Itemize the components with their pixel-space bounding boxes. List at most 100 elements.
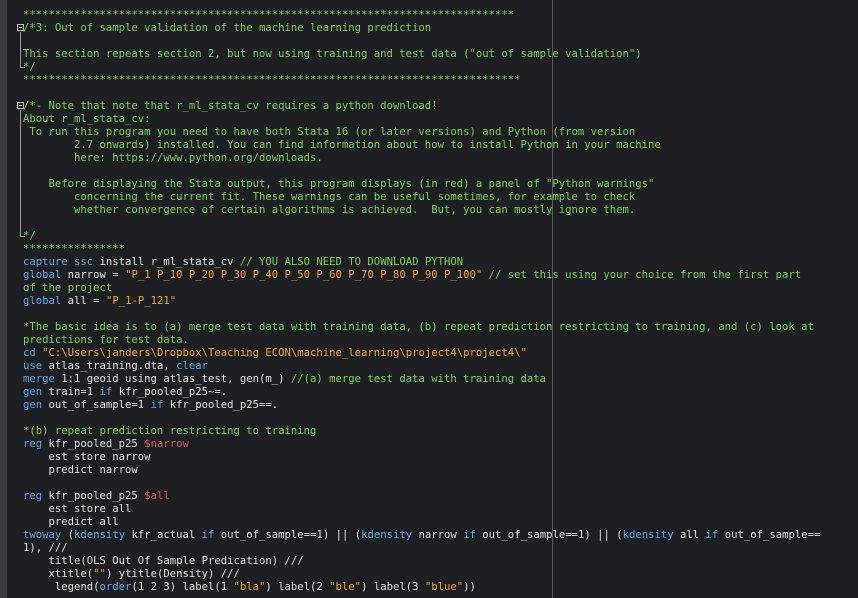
code-line[interactable]: [23, 477, 858, 490]
code-token: out_of_sample==1) || (: [214, 529, 362, 541]
string-token: "bla": [233, 581, 266, 593]
code-token: all: [673, 529, 706, 541]
code-line[interactable]: [23, 35, 858, 48]
code-token: ) label(3: [361, 581, 425, 593]
code-line[interactable]: [23, 308, 858, 321]
keyword-token: if: [705, 529, 719, 541]
code-line[interactable]: global all = "P_1-P_121": [23, 295, 858, 308]
code-line[interactable]: *(b) repeat prediction restricting to tr…: [23, 425, 858, 438]
comment-token: Before displaying the Stata output, this…: [23, 178, 655, 190]
code-line[interactable]: est store all: [23, 503, 858, 516]
code-area[interactable]: ****************************************…: [23, 9, 858, 594]
code-token: out_of_sample=1: [42, 399, 151, 411]
string-token: "ble": [329, 581, 362, 593]
string-token: "C:\Users\janders\Dropbox\Teaching ECON\…: [42, 347, 527, 359]
comment-token: //(a) merge test data with training data: [290, 373, 547, 385]
code-token: 1), ///: [23, 542, 68, 554]
code-line[interactable]: est store narrow: [23, 451, 858, 464]
keyword-token: merge: [23, 373, 55, 385]
code-token: all =: [61, 295, 106, 307]
code-line[interactable]: predictions for test data.: [23, 334, 858, 347]
code-line[interactable]: capture ssc install r_ml_stata_cv // YOU…: [23, 256, 858, 269]
code-line[interactable]: title(OLS Out Of Sample Predication) ///: [23, 555, 858, 568]
code-line[interactable]: About r_ml_stata_cv:: [23, 113, 858, 126]
comment-token: /*- Note that note that r_ml_stata_cv re…: [23, 100, 438, 112]
macro-token: $narrow: [144, 438, 189, 450]
code-line[interactable]: whether convergence of certain algorithm…: [23, 204, 858, 217]
code-line[interactable]: /*3: Out of sample validation of the mac…: [23, 22, 858, 35]
code-line[interactable]: twoway (kdensity kfr_actual if out_of_sa…: [23, 529, 858, 542]
code-line[interactable]: 1), ///: [23, 542, 858, 555]
code-line[interactable]: This section repeats section 2, but now …: [23, 48, 858, 61]
keyword-token: kdensity: [622, 529, 674, 541]
code-line[interactable]: [23, 165, 858, 178]
keyword-token: if: [150, 399, 164, 411]
code-line[interactable]: */: [23, 230, 858, 243]
comment-token: predictions for test data.: [23, 334, 189, 346]
keyword-token: global: [23, 295, 62, 307]
code-token: ) label(2: [265, 581, 330, 593]
keyword-token: order: [99, 581, 132, 593]
code-line[interactable]: legend(order(1 2 3) label(1 "bla") label…: [23, 581, 858, 594]
code-line[interactable]: predict narrow: [23, 464, 858, 477]
code-token: title(OLS Out Of Sample Predication) ///: [23, 555, 304, 567]
string-token: "P_1 P_10 P_20 P_30 P_40 P_50 P_60 P_70 …: [125, 269, 483, 281]
code-line[interactable]: ****************************************…: [23, 9, 858, 22]
fold-margin: [7, 0, 25, 598]
comment-token: */: [23, 61, 36, 73]
code-token: narrow: [412, 529, 464, 541]
code-line[interactable]: gen out_of_sample=1 if kfr_pooled_p25==.: [23, 399, 858, 412]
code-line[interactable]: ****************************************…: [23, 74, 858, 87]
editor-gutter: [0, 0, 7, 598]
code-line[interactable]: predict all: [23, 516, 858, 529]
keyword-token: use: [23, 360, 43, 372]
comment-token: ****************************************…: [23, 74, 521, 86]
code-line[interactable]: global narrow = "P_1 P_10 P_20 P_30 P_40…: [23, 269, 858, 282]
comment-token: ****************************************…: [23, 9, 515, 21]
keyword-token: if: [201, 529, 215, 541]
comment-token: */: [23, 230, 36, 242]
keyword-token: cd: [23, 347, 36, 359]
code-line[interactable]: To run this program you need to have bot…: [23, 126, 858, 139]
code-line[interactable]: xtitle("") ytitle(Density) ///: [23, 568, 858, 581]
code-token: narrow =: [61, 269, 126, 281]
comment-token: // set this using your choice from the f…: [482, 269, 802, 281]
code-token: train=1: [42, 386, 100, 398]
string-token: "P_1-P_121": [105, 295, 177, 307]
code-line[interactable]: gen train=1 if kfr_pooled_p25~=.: [23, 386, 858, 399]
code-line[interactable]: here: https://www.python.org/downloads.: [23, 152, 858, 165]
code-line[interactable]: reg kfr_pooled_p25 $all: [23, 490, 858, 503]
code-line[interactable]: ****************: [23, 243, 858, 256]
keyword-token: twoway: [23, 529, 62, 541]
code-token: predict all: [23, 516, 119, 528]
code-token: xtitle(: [23, 568, 94, 580]
code-line[interactable]: Before displaying the Stata output, this…: [23, 178, 858, 191]
code-token: ) ytitle(Density) ///: [105, 568, 240, 580]
code-line[interactable]: */: [23, 61, 858, 74]
keyword-token: kdensity: [361, 529, 413, 541]
keyword-token: reg: [23, 438, 43, 450]
fold-line: [20, 32, 21, 67]
keyword-token: clear: [176, 360, 208, 372]
code-token: kfr_actual: [125, 529, 202, 541]
code-token: est store narrow: [23, 451, 151, 463]
code-line[interactable]: merge 1:1 geoid using atlas_test, gen(m_…: [23, 373, 858, 386]
code-line[interactable]: [23, 412, 858, 425]
keyword-token: if: [99, 386, 113, 398]
comment-token: About r_ml_stata_cv:: [23, 113, 151, 125]
code-token: predict narrow: [23, 464, 138, 476]
code-line[interactable]: [23, 87, 858, 100]
comment-token: whether convergence of certain algorithm…: [23, 204, 636, 216]
code-line[interactable]: reg kfr_pooled_p25 $narrow: [23, 438, 858, 451]
string-token: "": [93, 568, 106, 580]
do-file-editor[interactable]: ****************************************…: [0, 0, 858, 598]
code-line[interactable]: cd "C:\Users\janders\Dropbox\Teaching EC…: [23, 347, 858, 360]
code-line[interactable]: of the project: [23, 282, 858, 295]
code-line[interactable]: use atlas_training.dta, clear: [23, 360, 858, 373]
code-line[interactable]: concerning the current fit. These warnin…: [23, 191, 858, 204]
code-line[interactable]: [23, 217, 858, 230]
code-token: kfr_pooled_p25==.: [163, 399, 279, 411]
code-line[interactable]: *The basic idea is to (a) merge test dat…: [23, 321, 858, 334]
code-line[interactable]: 2.7 onwards) installed. You can find inf…: [23, 139, 858, 152]
code-line[interactable]: /*- Note that note that r_ml_stata_cv re…: [23, 100, 858, 113]
